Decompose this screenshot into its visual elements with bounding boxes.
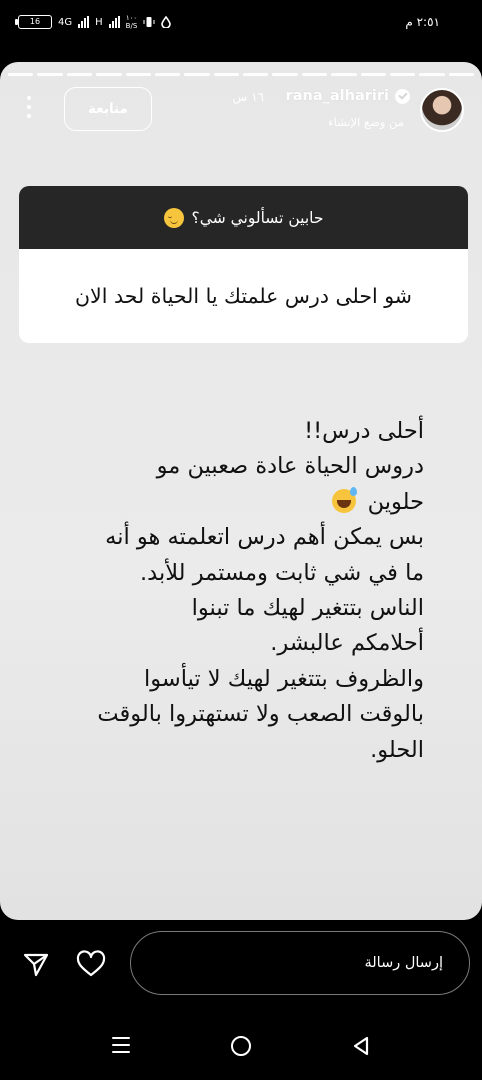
- progress-segment: [8, 73, 34, 76]
- battery-icon: 16: [15, 15, 52, 29]
- story-line: بالوقت الصعب ولا تستهتروا بالوقت: [97, 701, 424, 728]
- progress-segment: [272, 73, 298, 76]
- progress-segment: [301, 73, 328, 76]
- progress-segment: [360, 73, 386, 76]
- story-line-with-emoji: حلوين: [20, 485, 424, 520]
- status-bar: 16 4G H ١٠٠ B/S ٢:٥١ م: [0, 0, 482, 56]
- grinning-sweat-icon: [332, 486, 358, 513]
- story-text: أحلى درس!! دروس الحياة عادة صعبين مو حلو…: [20, 414, 462, 768]
- progress-segment: [37, 73, 63, 76]
- progress-segment: [213, 73, 239, 76]
- story-line: والظروف بتتغير لهيك لا تيأسوا: [144, 665, 424, 692]
- avatar[interactable]: [420, 88, 464, 132]
- progress-segment: [389, 73, 416, 76]
- story-line: دروس الحياة عادة صعبين مو: [156, 453, 424, 480]
- verified-icon: [395, 88, 410, 104]
- follow-button[interactable]: متابعة: [64, 87, 152, 131]
- signal-icon-2: [108, 16, 120, 28]
- back-icon[interactable]: [350, 1035, 372, 1057]
- recents-icon[interactable]: [112, 1037, 130, 1053]
- story-line: الناس بتتغير لهيك ما تبنوا: [191, 595, 424, 622]
- story-subtitle: من وضع الإنشاء: [328, 115, 404, 129]
- story-time-ago: ١٦ س: [232, 90, 264, 104]
- progress-segment: [419, 73, 445, 76]
- speed-value: ١٠٠: [125, 14, 138, 22]
- network-type: 4G: [58, 16, 73, 28]
- question-title: حابين تسألوني شي؟: [191, 208, 324, 227]
- question-answer: شو احلى درس علمتك يا الحياة لحد الان: [75, 284, 412, 308]
- question-sticker[interactable]: حابين تسألوني شي؟ شو احلى درس علمتك يا ا…: [19, 186, 468, 343]
- progress-segment: [331, 73, 357, 76]
- question-sticker-header: حابين تسألوني شي؟: [19, 186, 468, 249]
- story-line: بس يمكن أهم درس اتعلمته هو أنه: [105, 524, 424, 551]
- send-icon[interactable]: [22, 950, 50, 978]
- relieved-face-icon: [163, 207, 184, 228]
- network-type-2: H: [95, 16, 103, 28]
- story-line: ما في شي ثابت ومستمر للأبد.: [140, 559, 424, 586]
- message-input[interactable]: [130, 931, 470, 995]
- location-icon: [161, 16, 172, 28]
- progress-segment: [125, 73, 151, 76]
- heart-icon[interactable]: [76, 950, 106, 978]
- signal-icon: [78, 16, 90, 28]
- story-line: الحلو.: [370, 736, 424, 763]
- more-options-icon[interactable]: [26, 96, 32, 118]
- story-line: أحلى درس!!: [304, 418, 424, 444]
- username[interactable]: rana_alhariri: [286, 88, 389, 104]
- system-nav-bar: [0, 1012, 482, 1080]
- story-progress: [8, 73, 474, 76]
- speed-unit: B/S: [125, 22, 138, 30]
- progress-segment: [96, 73, 122, 76]
- progress-segment: [66, 73, 93, 76]
- progress-segment: [154, 73, 181, 76]
- progress-segment: [184, 73, 210, 76]
- story-line: أحلامكم عالبشر.: [270, 630, 424, 657]
- progress-segment: [448, 73, 474, 76]
- story-header: rana_alhariri ١٦ س من وضع الإنشاء متابعة: [0, 82, 482, 146]
- reply-bar: [0, 928, 482, 1000]
- battery-level: 16: [29, 17, 41, 26]
- network-speed: ١٠٠ B/S: [126, 14, 138, 30]
- username-row[interactable]: rana_alhariri: [286, 88, 410, 104]
- story-viewer[interactable]: rana_alhariri ١٦ س من وضع الإنشاء متابعة…: [0, 62, 482, 920]
- home-icon[interactable]: [231, 1036, 251, 1056]
- story-line: حلوين: [367, 488, 424, 515]
- status-time: ٢:٥١ م: [405, 15, 440, 29]
- progress-segment: [243, 73, 269, 76]
- status-icons: 16 4G H ١٠٠ B/S: [15, 14, 172, 30]
- vibrate-icon: [143, 17, 155, 27]
